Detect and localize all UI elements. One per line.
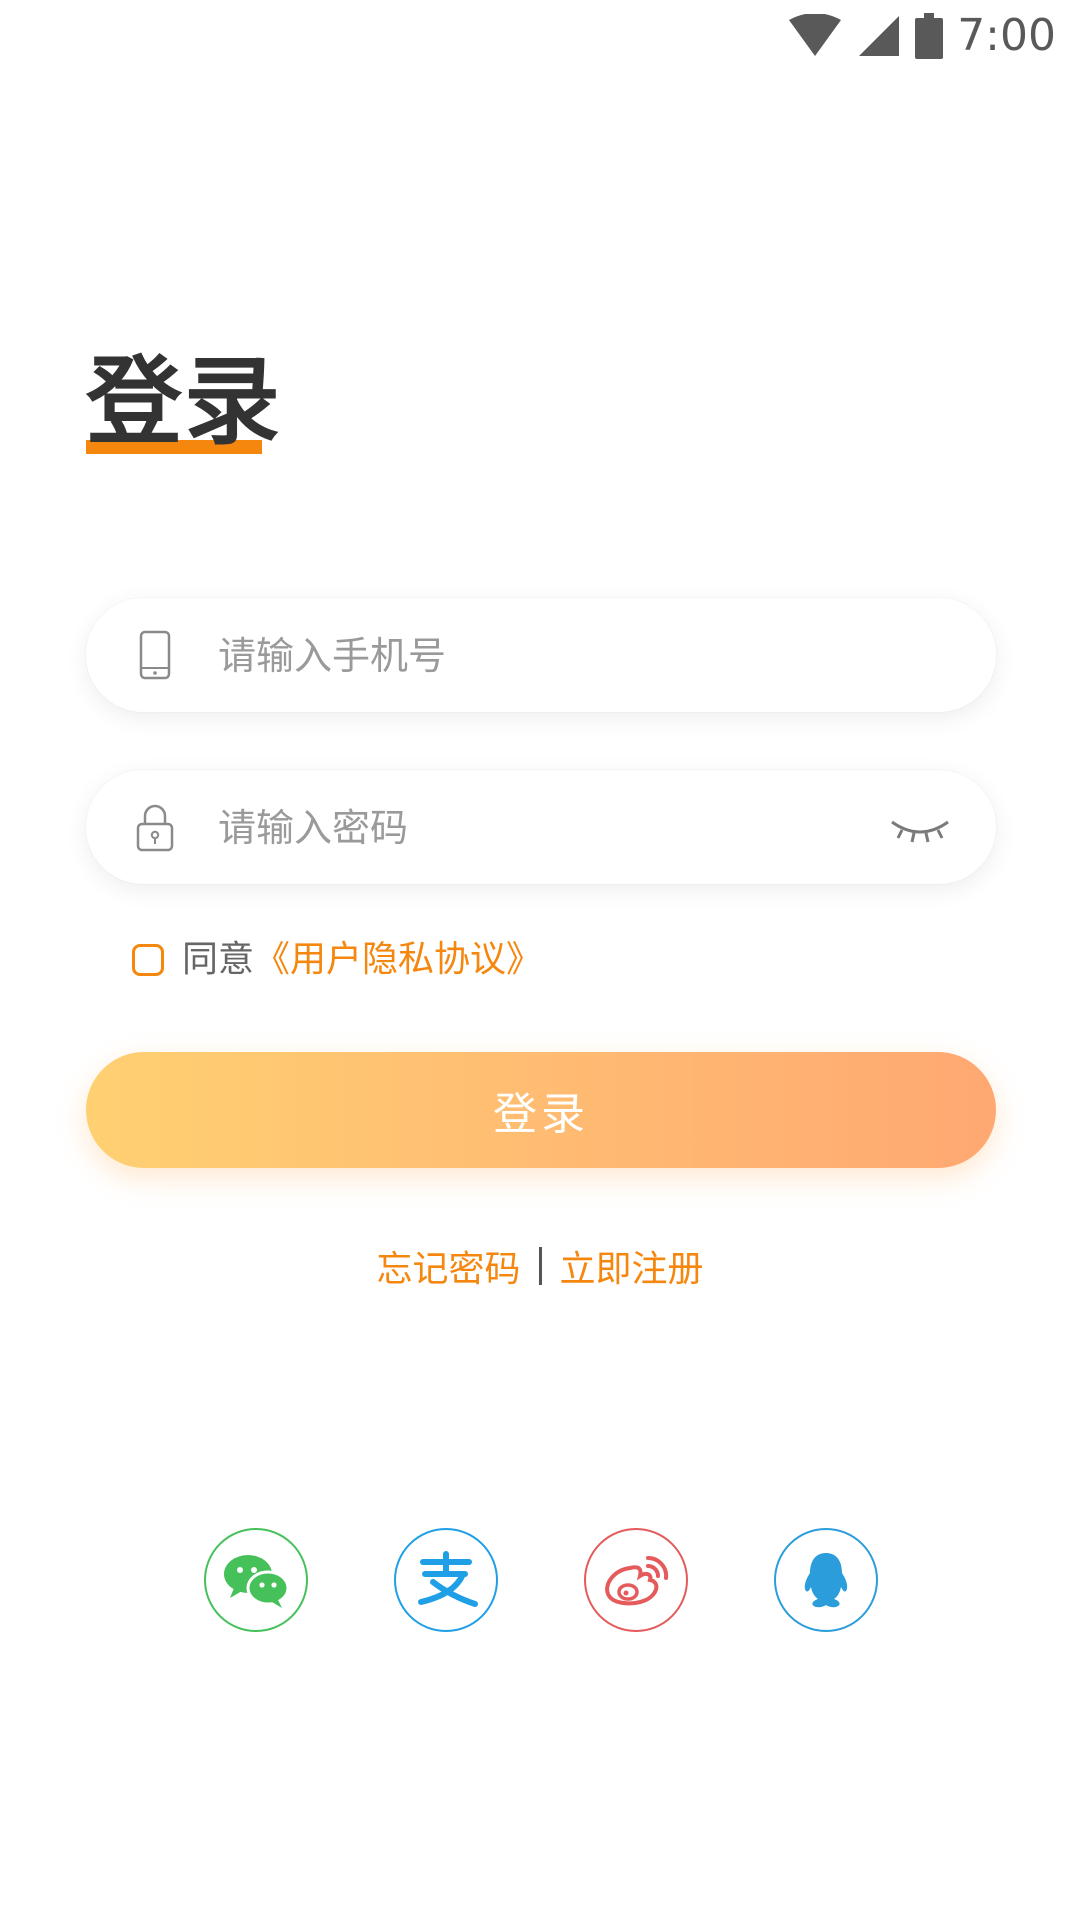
- wifi-icon: [789, 14, 842, 56]
- weibo-login-button[interactable]: [584, 1528, 688, 1632]
- link-separator: [538, 1247, 542, 1285]
- qq-icon: [804, 1553, 848, 1608]
- page-title-wrap: 登录: [86, 350, 282, 454]
- page-title: 登录: [86, 346, 282, 458]
- agree-prefix: 同意: [182, 939, 255, 980]
- alipay-icon: [418, 1551, 478, 1607]
- battery-icon: [915, 13, 944, 59]
- phone-field[interactable]: [86, 598, 996, 714]
- weibo-icon: [605, 1555, 669, 1606]
- social-login-row: [0, 1528, 1080, 1632]
- status-time: 7:00: [957, 10, 1056, 61]
- cell-signal-icon: [859, 16, 900, 56]
- privacy-policy-link[interactable]: 《用户隐私协议》: [254, 935, 542, 985]
- wechat-login-button[interactable]: [204, 1528, 308, 1632]
- status-icons: 7:00: [787, 12, 1056, 60]
- password-input[interactable]: [216, 770, 860, 886]
- alipay-login-button[interactable]: [394, 1528, 498, 1632]
- login-button[interactable]: 登录: [86, 1052, 996, 1168]
- phone-input[interactable]: [216, 598, 860, 714]
- agree-checkbox[interactable]: [132, 944, 164, 976]
- register-link[interactable]: 立即注册: [560, 1240, 704, 1292]
- forgot-password-link[interactable]: 忘记密码: [376, 1240, 520, 1292]
- password-field[interactable]: [86, 770, 996, 886]
- login-screen: 7:00 登录 同意: [0, 0, 1080, 1920]
- lock-icon: [136, 804, 174, 852]
- auth-links: 忘记密码 立即注册: [0, 1240, 1080, 1292]
- phone-icon: [139, 630, 171, 680]
- wechat-icon: [224, 1555, 290, 1608]
- eye-closed-icon[interactable]: [880, 802, 960, 852]
- status-bar: 7:00: [0, 0, 1080, 72]
- privacy-agreement: 同意 《用户隐私协议》: [132, 935, 542, 985]
- qq-login-button[interactable]: [774, 1528, 878, 1632]
